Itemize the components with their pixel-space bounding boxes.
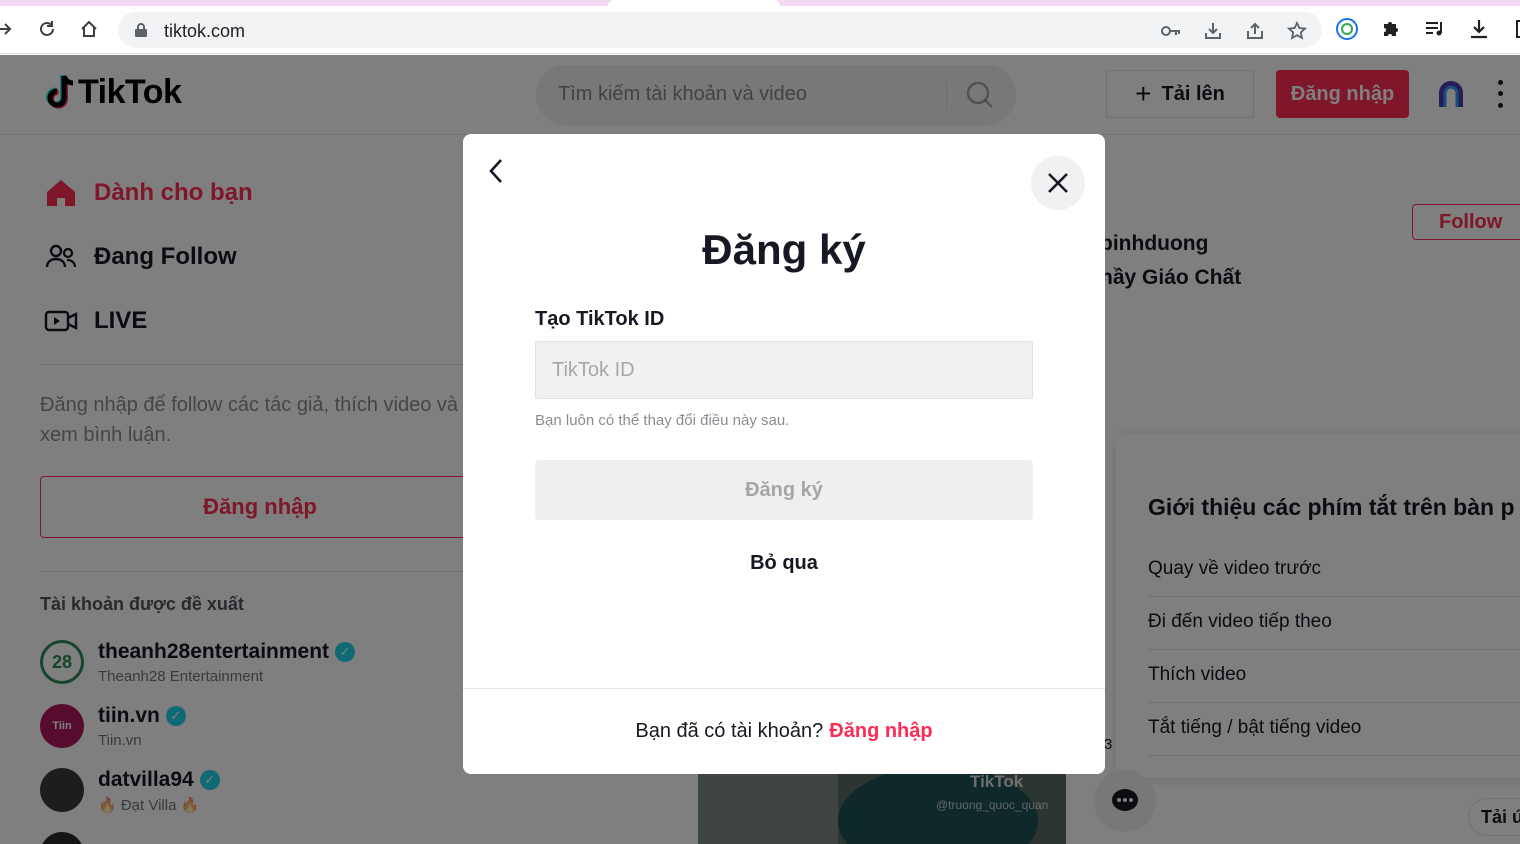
key-icon[interactable] [1160,20,1182,42]
url-text: tiktok.com [164,21,246,41]
tiktok-id-input[interactable] [535,341,1033,399]
skip-link[interactable]: Bỏ qua [463,552,1105,575]
close-button[interactable] [1031,156,1085,210]
reload-icon[interactable] [34,16,60,42]
download-icon[interactable] [1466,16,1492,42]
have-account-text: Bạn đã có tài khoản? [635,720,824,742]
close-icon [1048,173,1068,193]
home-button-icon[interactable] [76,16,102,42]
modal-title: Đăng ký [702,226,866,273]
signup-submit-button[interactable]: Đăng ký [535,460,1033,520]
tiktok-id-label: Tạo TikTok ID [535,308,665,330]
extension-circle-icon[interactable] [1334,16,1360,42]
back-button[interactable] [481,154,511,188]
field-hint: Bạn luôn có thể thay đổi điều này sau. [535,412,790,429]
browser-toolbar: tiktok.com [0,6,1520,54]
install-icon[interactable] [1202,20,1224,42]
modal-footer: Bạn đã có tài khoản? Đăng nhập [463,688,1105,774]
star-icon[interactable] [1286,20,1308,42]
forward-icon[interactable] [0,16,18,42]
reading-list-icon[interactable] [1422,16,1448,42]
address-bar[interactable]: tiktok.com [118,12,1322,48]
lock-icon [135,23,147,37]
puzzle-icon[interactable] [1378,16,1404,42]
share-icon[interactable] [1244,20,1266,42]
chevron-left-icon [489,159,502,183]
window-icon[interactable] [1510,16,1520,42]
login-link[interactable]: Đăng nhập [829,720,932,743]
signup-modal: Đăng ký Tạo TikTok ID Bạn luôn có thể th… [463,134,1105,774]
